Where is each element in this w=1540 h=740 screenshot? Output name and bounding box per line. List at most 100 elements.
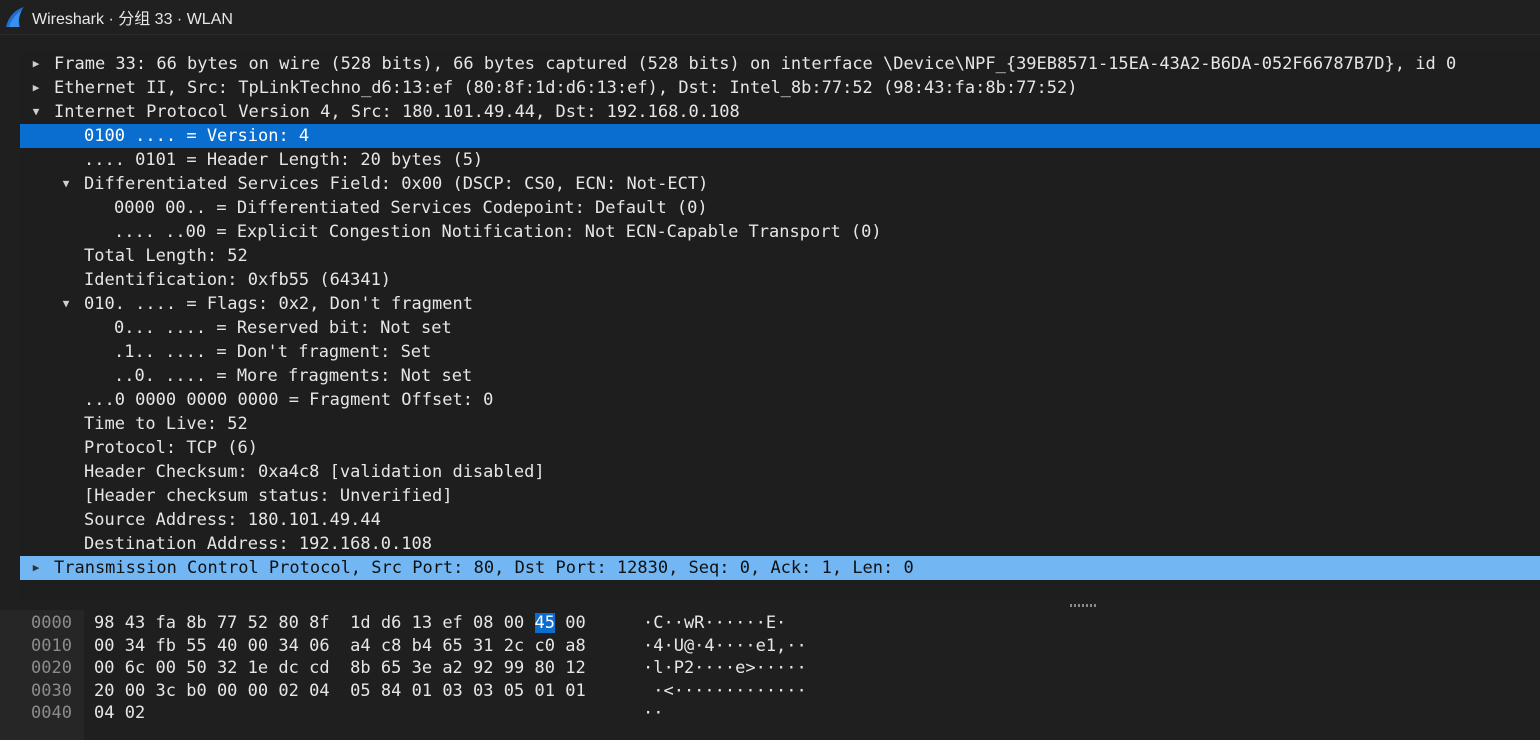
hex-byte[interactable]: 34 [125,636,145,656]
tree-item[interactable]: Protocol: TCP (6) [20,436,1540,460]
tree-item[interactable]: ▼ Differentiated Services Field: 0x00 (DS… [20,172,1540,196]
hex-byte[interactable]: a2 [442,658,462,678]
tree-item[interactable]: ▶ Frame 33: 66 bytes on wire (528 bits), … [20,52,1540,76]
hex-bytes[interactable]: 00 6c 00 50 32 1e dc cd 8b 65 3e a2 92 9… [94,657,586,680]
hex-byte[interactable]: 84 [381,681,401,701]
hex-byte[interactable]: 32 [217,658,237,678]
hex-byte[interactable]: d6 [381,613,401,633]
tree-item[interactable]: .1.. .... = Don't fragment: Set [20,340,1540,364]
expand-arrow-right-icon[interactable]: ▶ [26,556,46,580]
hex-byte[interactable]: 50 [186,658,206,678]
hex-byte[interactable]: 02 [125,703,145,723]
hex-row[interactable]: 00 00 98 43 fa 8b 77 52 80 8f 1d d6 13 ef … [0,612,1540,635]
packet-bytes-pane[interactable]: 0000 98 43 fa 8b 77 52 80 8f 1d d6 13 ef … [0,610,1540,740]
hex-byte[interactable]: 00 [217,681,237,701]
hex-byte[interactable]: a4 [350,636,370,656]
hex-byte[interactable]: 8f [309,613,329,633]
hex-byte[interactable]: 00 [248,681,268,701]
hex-byte[interactable]: 43 [125,613,145,633]
hex-byte[interactable]: 2c [504,636,524,656]
hex-bytes[interactable]: 20 00 3c b0 00 00 02 04 05 84 01 03 03 0… [94,680,586,703]
hex-byte[interactable]: b4 [412,636,432,656]
ascii-text[interactable]: ·l·P2····e>····· [643,657,807,680]
hex-byte[interactable]: 13 [412,613,432,633]
hex-byte[interactable]: 34 [278,636,298,656]
ascii-text[interactable]: ·4·U@·4····e1,·· [643,635,807,658]
hex-byte[interactable]: 80 [278,613,298,633]
tree-item[interactable]: .... 0101 = Header Length: 20 bytes (5) [20,148,1540,172]
hex-byte[interactable]: dc [278,658,298,678]
hex-byte[interactable]: ef [442,613,462,633]
hex-row[interactable]: 0010 00 34 fb 55 40 00 34 06 a4 c8 b4 65 … [0,635,1540,658]
hex-byte[interactable]: 65 [381,658,401,678]
hex-row[interactable]: 0040 04 02 ·· [0,702,1540,725]
hex-byte[interactable]: 00 [565,613,585,633]
hex-byte[interactable]: a8 [565,636,585,656]
tree-item[interactable]: 0... .... = Reserved bit: Not set [20,316,1540,340]
tree-item[interactable]: ..0. .... = More fragments: Not set [20,364,1540,388]
hex-byte[interactable]: 04 [94,703,114,723]
hex-byte[interactable]: 6c [125,658,145,678]
hex-byte[interactable]: 00 [504,613,524,633]
expand-arrow-down-icon[interactable]: ▼ [56,292,76,316]
hex-byte[interactable]: 02 [278,681,298,701]
hex-byte[interactable]: 00 [248,636,268,656]
hex-byte[interactable]: 01 [535,681,555,701]
hex-row[interactable]: 0020 00 6c 00 50 32 1e dc cd 8b 65 3e a2 … [0,657,1540,680]
pane-splitter[interactable] [0,600,1540,610]
hex-byte[interactable]: 12 [565,658,585,678]
hex-byte[interactable]: 03 [473,681,493,701]
ascii-text[interactable]: ·<············· [643,680,807,703]
hex-row[interactable]: 0030 20 00 3c b0 00 00 02 04 05 84 01 03 … [0,680,1540,703]
tree-item[interactable]: Time to Live: 52 [20,412,1540,436]
tree-item[interactable]: [Header checksum status: Unverified] [20,484,1540,508]
tree-item[interactable]: 0100 .... = Version: 4 [20,124,1540,148]
hex-byte[interactable]: 65 [442,636,462,656]
hex-byte[interactable]: 1e [248,658,268,678]
tree-item[interactable]: .... ..00 = Explicit Congestion Notifica… [20,220,1540,244]
hex-byte[interactable]: 01 [412,681,432,701]
splitter-grip-icon[interactable] [1070,604,1096,607]
hex-byte[interactable]: c0 [535,636,555,656]
hex-byte[interactable]: fb [155,636,175,656]
hex-bytes[interactable]: 04 02 [94,702,145,725]
hex-byte[interactable]: 55 [186,636,206,656]
hex-byte[interactable]: c8 [381,636,401,656]
tree-item[interactable]: Total Length: 52 [20,244,1540,268]
hex-byte[interactable]: 00 [155,658,175,678]
hex-byte[interactable]: 00 [125,681,145,701]
expand-arrow-right-icon[interactable]: ▶ [26,52,46,76]
hex-byte[interactable]: 92 [473,658,493,678]
tree-item[interactable]: Header Checksum: 0xa4c8 [validation disa… [20,460,1540,484]
ascii-text[interactable]: ·· [643,702,663,725]
hex-byte[interactable]: 8b [350,658,370,678]
hex-byte[interactable]: 08 [473,613,493,633]
tree-item[interactable]: 0000 00.. = Differentiated Services Code… [20,196,1540,220]
hex-byte[interactable]: 8b [186,613,206,633]
hex-byte[interactable]: 3e [412,658,432,678]
hex-byte[interactable]: 99 [504,658,524,678]
hex-byte[interactable]: 20 [94,681,114,701]
hex-byte[interactable]: 00 [94,658,114,678]
tree-item[interactable]: Source Address: 180.101.49.44 [20,508,1540,532]
hex-byte[interactable]: 52 [248,613,268,633]
expand-arrow-right-icon[interactable]: ▶ [26,76,46,100]
tree-item[interactable]: ...0 0000 0000 0000 = Fragment Offset: 0 [20,388,1540,412]
hex-byte[interactable]: cd [309,658,329,678]
hex-byte[interactable]: 00 [94,636,114,656]
hex-byte[interactable]: 77 [217,613,237,633]
hex-byte[interactable]: 1d [350,613,370,633]
hex-bytes[interactable]: 98 43 fa 8b 77 52 80 8f 1d d6 13 ef 08 0… [94,612,586,635]
hex-byte[interactable]: 05 [504,681,524,701]
tree-item[interactable]: ▼ Internet Protocol Version 4, Src: 180.1… [20,100,1540,124]
hex-byte[interactable]: 01 [565,681,585,701]
hex-byte[interactable]: 3c [155,681,175,701]
hex-byte[interactable]: b0 [186,681,206,701]
hex-byte[interactable]: 45 [534,613,555,633]
hex-byte[interactable]: 40 [217,636,237,656]
hex-bytes[interactable]: 00 34 fb 55 40 00 34 06 a4 c8 b4 65 31 2… [94,635,586,658]
packet-details-tree[interactable]: ▶ Frame 33: 66 bytes on wire (528 bits), … [20,52,1540,600]
hex-byte[interactable]: 98 [94,613,114,633]
expand-arrow-down-icon[interactable]: ▼ [56,172,76,196]
hex-byte[interactable]: 03 [442,681,462,701]
